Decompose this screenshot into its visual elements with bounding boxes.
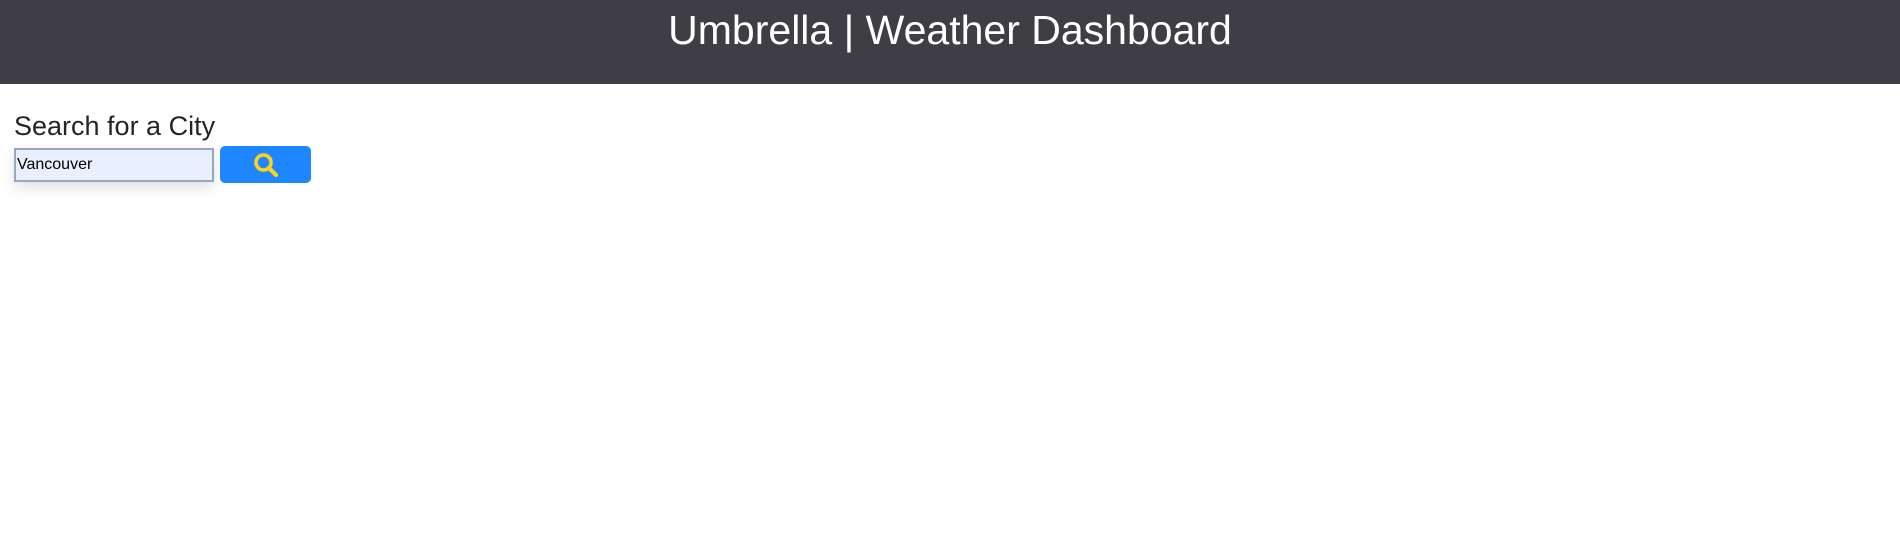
search-section: Search for a City xyxy=(0,84,1900,184)
search-icon xyxy=(253,152,279,178)
page-header: Umbrella | Weather Dashboard xyxy=(0,0,1900,84)
page-title: Umbrella | Weather Dashboard xyxy=(668,7,1232,53)
search-form xyxy=(14,146,1900,184)
city-search-input[interactable] xyxy=(14,147,214,182)
search-button[interactable] xyxy=(220,146,311,184)
search-heading: Search for a City xyxy=(14,111,216,141)
